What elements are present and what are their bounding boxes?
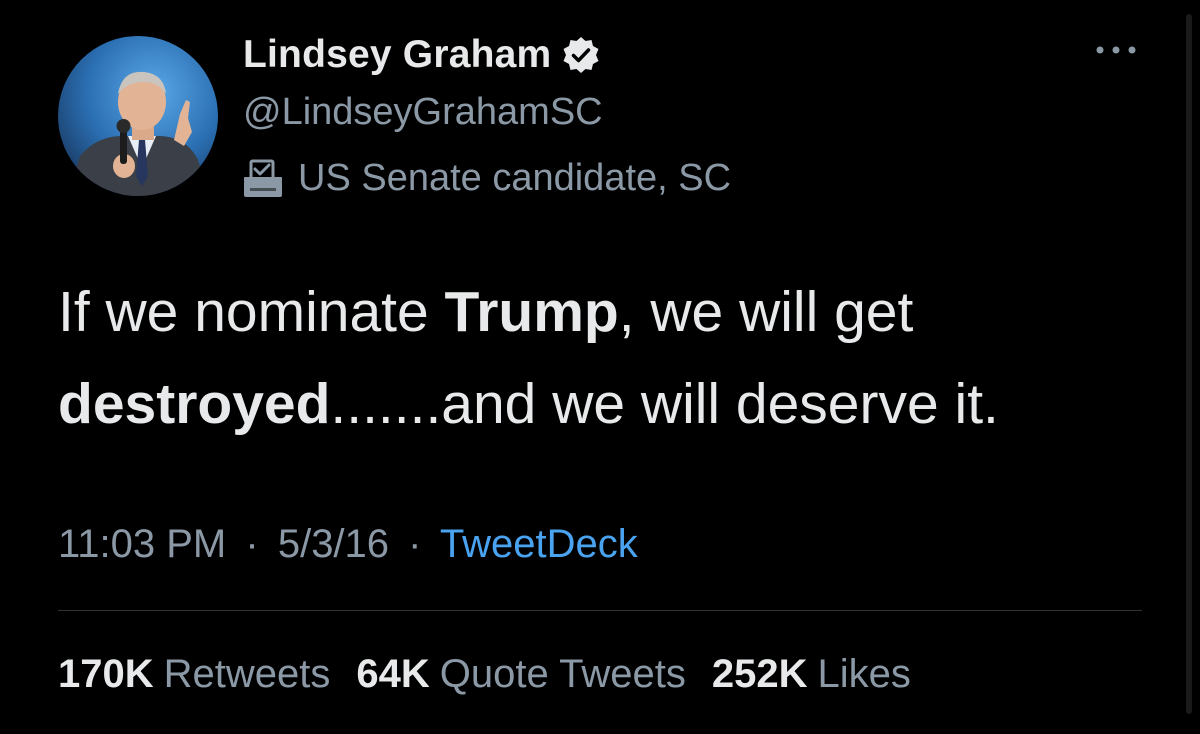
quote-tweets-label: Quote Tweets [439, 652, 686, 696]
account-label-text: US Senate candidate, SC [298, 156, 732, 199]
likes-count: 252K [711, 652, 808, 696]
scrollbar[interactable] [1186, 14, 1192, 714]
tweet-text-segment: If we nominate [58, 280, 445, 344]
ballot-box-icon [240, 155, 286, 201]
tweet-text-segment: , we will get [618, 280, 914, 344]
tweet-text-bold-segment: destroyed [58, 372, 331, 436]
verified-badge-icon [561, 35, 601, 75]
quote-tweets-stat[interactable]: 64K Quote Tweets [356, 646, 685, 702]
divider [58, 610, 1142, 611]
tweet-time[interactable]: 11:03 PM [58, 522, 226, 566]
retweets-stat[interactable]: 170K Retweets [58, 646, 330, 702]
tweet-source-link[interactable]: TweetDeck [440, 522, 638, 566]
avatar[interactable] [58, 36, 218, 196]
meta-separator: · [408, 522, 422, 566]
more-options-icon [1096, 46, 1136, 54]
tweet-text-segment: .......and we will deserve it. [330, 372, 999, 436]
avatar-image [58, 36, 218, 196]
retweets-label: Retweets [163, 652, 331, 696]
account-label: US Senate candidate, SC [240, 152, 731, 204]
tweet-meta: 11:03 PM · 5/3/16 · TweetDeck [58, 514, 638, 574]
retweets-count: 170K [58, 652, 154, 696]
quote-tweets-count: 64K [356, 652, 430, 696]
tweet-text-bold-segment: Trump [444, 280, 619, 344]
more-options-button[interactable] [1090, 34, 1142, 66]
tweet-stats: 170K Retweets 64K Quote Tweets 252K Likes [58, 646, 937, 702]
tweet-card: Lindsey Graham @LindseyGrahamSC US Senat… [0, 0, 1200, 734]
tweet-date[interactable]: 5/3/16 [278, 522, 389, 566]
author-name-row[interactable]: Lindsey Graham [243, 26, 601, 84]
author-display-name[interactable]: Lindsey Graham [243, 33, 551, 77]
tweet-text: If we nominate Trump, we will get destro… [58, 266, 1158, 450]
meta-separator: · [245, 522, 259, 566]
likes-label: Likes [817, 652, 911, 696]
likes-stat[interactable]: 252K Likes [712, 646, 911, 702]
author-handle[interactable]: @LindseyGrahamSC [243, 86, 603, 138]
